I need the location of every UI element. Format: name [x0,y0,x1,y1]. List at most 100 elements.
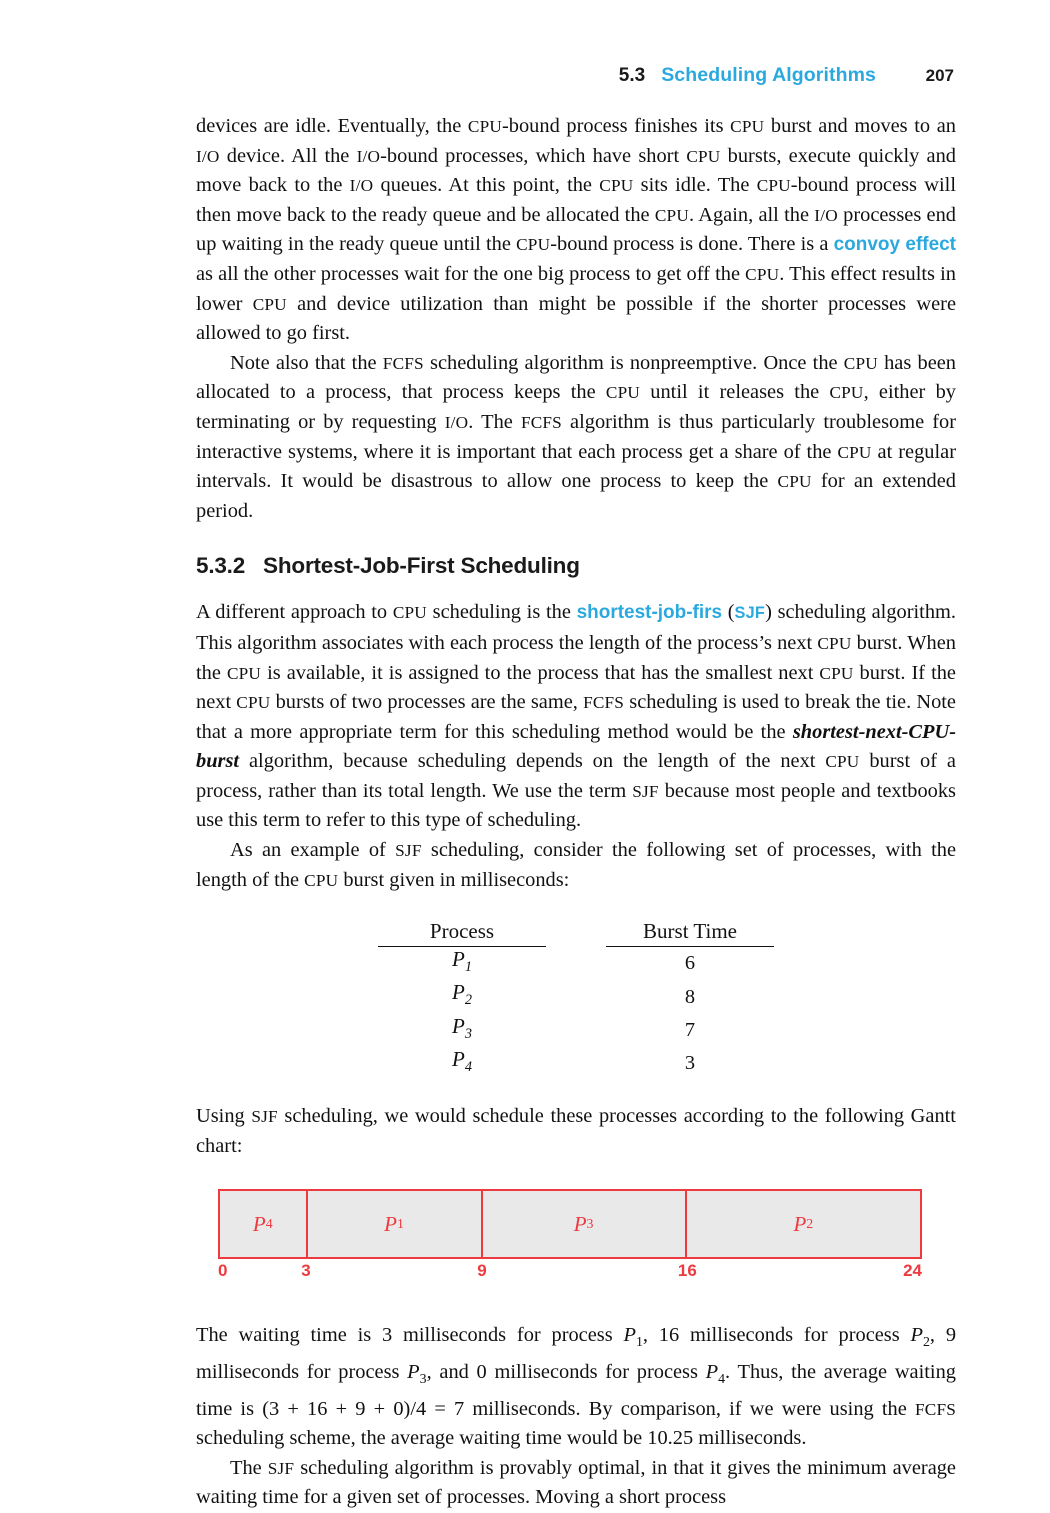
text-run: ( [722,601,735,624]
text-run: until it releases the [640,381,830,404]
abbr-cpu: CPU [829,383,864,403]
section-heading: 5.3.2 Shortest-Job-First Scheduling [196,553,956,579]
gantt-segment-index: 3 [586,1216,594,1232]
process-letter: P [452,947,465,972]
abbr-cpu: CPU [756,176,791,196]
cell-spacer [546,1047,606,1080]
text-run: devices are idle. Eventually, the [196,115,468,137]
text-run: sits idle. The [633,174,757,197]
abbr-io: I/O [349,176,374,196]
gantt-tick-label: 9 [477,1261,487,1281]
gantt-segment: P4 [220,1191,308,1258]
abbr-io: I/O [814,205,838,225]
abbr-cpu: CPU [825,752,860,772]
process-index: 3 [419,1371,427,1387]
abbr-cpu: CPU [817,633,852,653]
gantt-tick-label: 16 [677,1261,697,1281]
cell-process-name: P4 [378,1047,546,1080]
abbr-sjf: SJF [395,841,422,861]
abbr-cpu: CPU [392,603,427,623]
abbr-sjf: SJF [267,1458,295,1478]
running-head-section-number: 5.3 [618,65,646,86]
cell-burst-time: 3 [684,1051,696,1074]
cell-process-name: P1 [378,947,546,981]
column-header-process: Process [378,919,546,948]
text-run: As an example of [230,839,396,862]
abbr-cpu: CPU [236,693,271,713]
text-run: Using [196,1105,252,1127]
text-run: . Again, all the [688,203,815,226]
abbr-cpu: CPU [837,442,872,462]
paragraph-gantt-intro: Using SJF scheduling, we would schedule … [196,1102,956,1161]
abbr-fcfs: FCFS [583,693,625,713]
abbr-cpu: CPU [226,663,262,683]
paragraph-waiting-times: The waiting time is 3 milliseconds for p… [196,1321,956,1454]
column-header-burst-time: Burst Time [606,919,774,948]
cell-spacer [546,980,606,1013]
gantt-tick-label: 0 [218,1261,228,1281]
key-term-sjf: SJF [734,604,766,623]
text-run: scheduling, we would schedule these proc… [196,1105,956,1157]
key-term-shortest-job-first: shortest-job-firs [576,602,723,624]
table-row: P1 6 [378,947,774,981]
content-column: devices are idle. Eventually, the CPU-bo… [196,112,956,1513]
text-run: algorithm, because scheduling depends on… [239,750,826,773]
abbr-cpu: CPU [745,264,780,284]
text-run: scheduling scheme, the average waiting t… [196,1427,807,1450]
process-burst-table: Process Burst Time P1 6 P2 8 P3 7 P4 3 [378,919,774,1080]
abbr-cpu: CPU [730,117,765,136]
process-index: 4 [464,1059,472,1075]
gantt-segment-label: P [793,1211,807,1236]
text-run: burst given in milliseconds: [338,868,570,891]
cell-burst-time: 6 [684,952,696,975]
paragraph-convoy-effect: devices are idle. Eventually, the CPU-bo… [196,112,956,349]
text-run: -bound process is done. There is a [550,233,834,256]
text-run: -bound process finishes its [502,115,731,137]
process-index: 3 [464,1025,472,1042]
abbr-cpu: CPU [843,353,878,373]
abbr-io: I/O [444,412,469,432]
table-row: P3 7 [378,1014,774,1047]
process-index: 1 [635,1335,643,1351]
text-run: The [230,1456,268,1479]
table-row: P4 3 [378,1047,774,1080]
gantt-tick-label: 3 [301,1261,311,1281]
text-run: bursts of two processes are the same, [270,691,584,714]
process-index: 2 [922,1335,930,1351]
text-run: , and 0 milliseconds for process [426,1360,706,1383]
text-run: . The [468,410,521,433]
table-row: P2 8 [378,980,774,1013]
textbook-page: 5.3 Scheduling Algorithms 207 devices ar… [0,0,1050,1508]
process-letter: P [705,1360,719,1383]
text-run: as all the other processes wait for the … [196,262,746,285]
page-number: 207 [925,66,954,85]
abbr-cpu: CPU [654,205,689,225]
section-heading-number: 5.3.2 [196,553,246,579]
abbr-sjf: SJF [251,1107,278,1126]
gantt-segment-label: P [573,1211,587,1236]
paragraph-sjf-optimal: The SJF scheduling algorithm is provably… [196,1454,956,1513]
gantt-segment-index: 4 [265,1216,273,1232]
abbr-io: I/O [356,146,381,166]
cell-spacer [546,947,606,981]
text-run: , 16 milliseconds for process [642,1324,911,1347]
gantt-axis-ticks: 0 3 9 16 24 [218,1261,922,1287]
abbr-cpu: CPU [516,235,551,255]
cell-process-name: P2 [378,980,546,1013]
cell-process-name: P3 [378,1014,546,1047]
text-run: A different approach to [196,601,393,624]
paragraph-example-intro: As an example of SJF scheduling, conside… [196,836,956,895]
process-letter: P [452,1013,465,1038]
abbr-cpu: CPU [605,383,640,403]
abbr-cpu: CPU [599,176,634,196]
text-run: -bound processes, which have short [380,144,687,167]
gantt-segment-label: P [252,1211,266,1236]
abbr-fcfs: FCFS [520,412,562,432]
running-head-section-title: Scheduling Algorithms [661,64,876,86]
process-index: 1 [464,959,472,976]
gantt-chart: P4 P1 P3 P2 0 3 9 16 24 [196,1189,956,1293]
text-run: The waiting time is 3 milliseconds for p… [196,1324,624,1347]
gantt-tick-label: 24 [903,1261,922,1281]
abbr-cpu: CPU [777,472,812,492]
abbr-sjf: SJF [632,781,659,801]
